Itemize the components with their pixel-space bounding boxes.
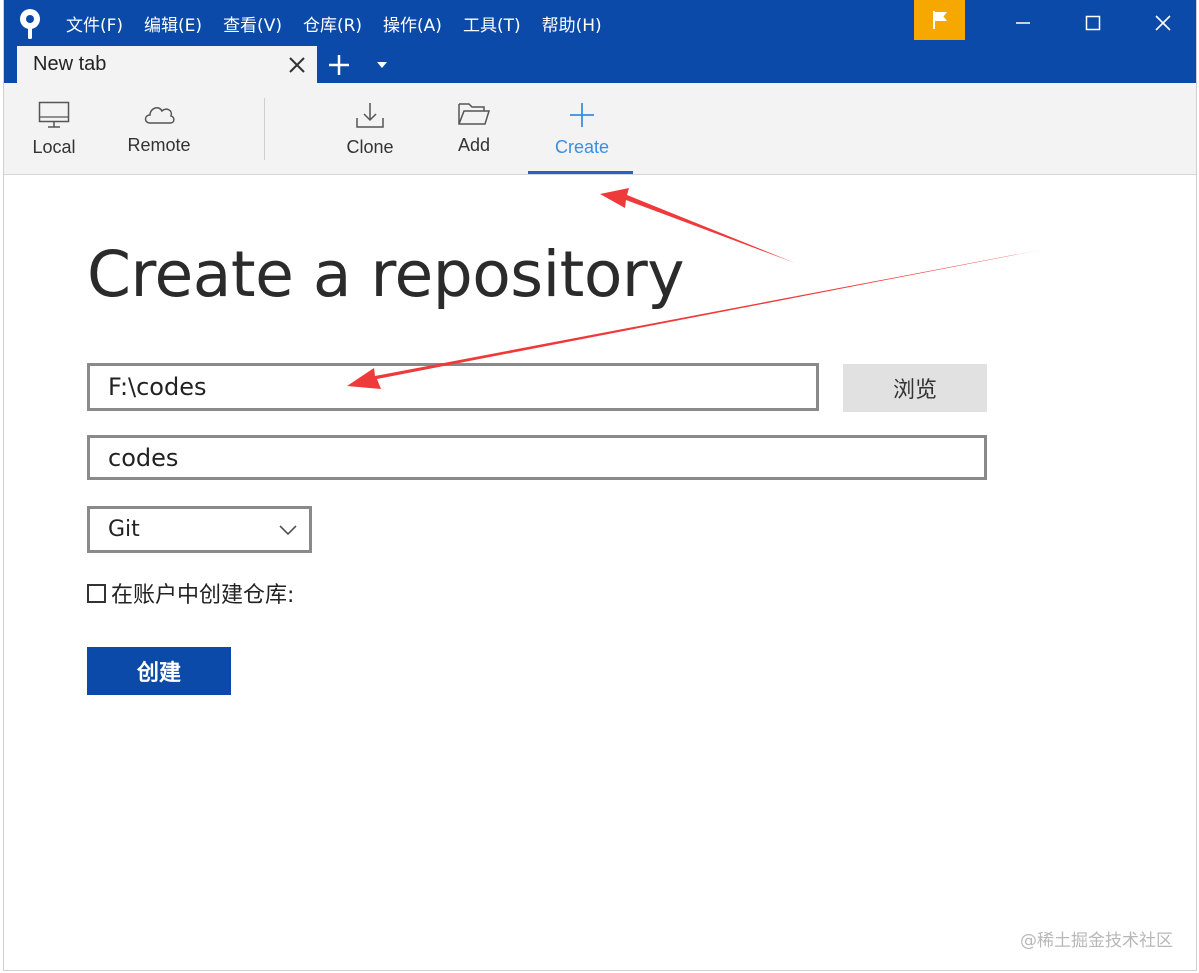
vcs-selected-value: Git xyxy=(108,517,140,542)
tab-label: New tab xyxy=(33,53,107,75)
flag-icon xyxy=(932,11,947,29)
toolbar-clone-label: Clone xyxy=(346,137,394,157)
menu-actions[interactable]: 操作(A) xyxy=(383,11,442,36)
vcs-type-select[interactable]: Git xyxy=(87,506,312,553)
menu-file[interactable]: 文件(F) xyxy=(66,11,123,36)
toolbar-local-label: Local xyxy=(32,137,76,157)
repository-name-input[interactable]: codes xyxy=(87,435,987,480)
menu-repository[interactable]: 仓库(R) xyxy=(303,11,362,36)
active-tab-indicator xyxy=(528,171,633,174)
browse-button[interactable]: 浏览 xyxy=(843,364,987,412)
folder-open-icon xyxy=(458,103,491,125)
monitor-icon xyxy=(38,101,70,128)
caret-down-icon[interactable] xyxy=(376,61,388,69)
toolbar-remote-button[interactable]: Remote xyxy=(119,83,199,175)
menu-view[interactable]: 查看(V) xyxy=(223,11,282,36)
tab-new[interactable]: New tab xyxy=(17,46,317,83)
notification-flag-button[interactable] xyxy=(914,0,965,40)
menu-help[interactable]: 帮助(H) xyxy=(542,11,602,36)
tab-close-icon[interactable] xyxy=(288,56,306,74)
plus-icon[interactable] xyxy=(327,53,351,77)
menu-bar: 文件(F) 编辑(E) 查看(V) 仓库(R) 操作(A) 工具(T) 帮助(H… xyxy=(66,0,623,46)
close-window-button[interactable] xyxy=(1128,0,1198,46)
toolbar: Local Remote Clone Add Create xyxy=(4,83,1196,175)
menu-tools[interactable]: 工具(T) xyxy=(463,11,521,36)
menu-edit[interactable]: 编辑(E) xyxy=(144,11,202,36)
maximize-button[interactable] xyxy=(1058,0,1128,46)
toolbar-create-button[interactable]: Create xyxy=(547,83,617,175)
create-button[interactable]: 创建 xyxy=(87,647,231,695)
page-title: Create a repository xyxy=(87,238,685,311)
chevron-down-icon xyxy=(279,525,297,536)
create-in-account-label: 在账户中创建仓库: xyxy=(111,583,295,608)
toolbar-remote-label: Remote xyxy=(127,135,191,155)
create-in-account-row[interactable]: 在账户中创建仓库: xyxy=(87,580,295,608)
close-icon xyxy=(1155,15,1171,31)
app-window: 文件(F) 编辑(E) 查看(V) 仓库(R) 操作(A) 工具(T) 帮助(H… xyxy=(3,0,1197,971)
cloud-icon xyxy=(144,107,175,124)
download-icon xyxy=(356,103,384,128)
repository-path-input[interactable]: F:\codes xyxy=(87,363,819,411)
toolbar-separator xyxy=(264,98,265,160)
sourcetree-logo-icon[interactable] xyxy=(17,8,43,40)
toolbar-clone-button[interactable]: Clone xyxy=(339,83,401,175)
minimize-button[interactable] xyxy=(988,0,1058,46)
toolbar-local-button[interactable]: Local xyxy=(26,83,82,175)
minimize-icon xyxy=(1016,22,1030,24)
toolbar-create-label: Create xyxy=(554,137,610,157)
maximize-icon xyxy=(1085,15,1101,31)
plus-icon xyxy=(570,103,594,127)
watermark: @稀土掘金技术社区 xyxy=(1020,931,1173,951)
title-bar: 文件(F) 编辑(E) 查看(V) 仓库(R) 操作(A) 工具(T) 帮助(H… xyxy=(4,0,1196,83)
toolbar-add-label: Add xyxy=(457,135,491,155)
create-in-account-checkbox[interactable] xyxy=(87,583,106,603)
toolbar-add-button[interactable]: Add xyxy=(449,83,499,175)
